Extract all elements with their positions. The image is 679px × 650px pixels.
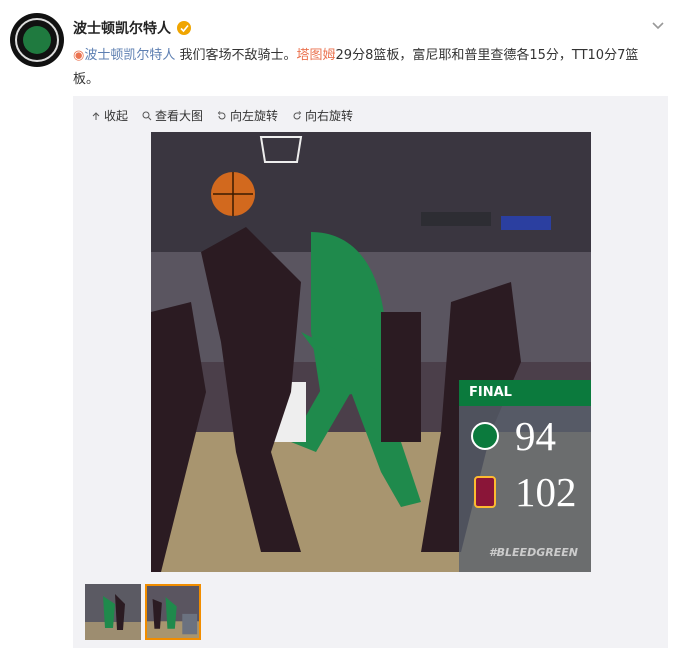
chevron-down-icon[interactable] bbox=[651, 18, 665, 32]
cavaliers-logo-icon bbox=[474, 476, 496, 508]
player-link[interactable]: 塔图姆 bbox=[297, 48, 336, 63]
celtics-logo bbox=[15, 18, 59, 62]
celtics-logo-icon bbox=[471, 422, 499, 450]
thumbnail-strip bbox=[85, 584, 201, 640]
rotate-left-button[interactable]: 向左旋转 bbox=[217, 107, 278, 124]
collapse-button[interactable]: 收起 bbox=[91, 107, 128, 124]
location-pin-icon: ◉ bbox=[73, 48, 85, 63]
cavaliers-score: 102 bbox=[515, 469, 577, 515]
media-viewer: 收起 查看大图 向左旋转 向右旋转 FINAL 94 102 #BLEEDGRE… bbox=[73, 96, 668, 648]
post-text: ◉波士顿凯尔特人 我们客场不敌骑士。塔图姆29分8篮板，富尼耶和普里查德各15分… bbox=[73, 48, 639, 87]
celtics-score: 94 bbox=[515, 413, 556, 459]
avatar[interactable] bbox=[10, 13, 64, 67]
account-name[interactable]: 波士顿凯尔特人 bbox=[73, 18, 191, 38]
view-large-button[interactable]: 查看大图 bbox=[142, 107, 203, 124]
verified-icon bbox=[177, 21, 191, 35]
image-toolbar: 收起 查看大图 向左旋转 向右旋转 bbox=[91, 107, 353, 124]
rotate-right-button[interactable]: 向右旋转 bbox=[292, 107, 353, 124]
arrow-up-icon bbox=[92, 111, 100, 120]
mention-link[interactable]: 波士顿凯尔特人 bbox=[84, 48, 175, 63]
final-scoreboard: FINAL 94 102 #BLEEDGREEN bbox=[459, 380, 591, 572]
thumbnail-2-selected[interactable] bbox=[145, 584, 201, 640]
hashtag: #BLEEDGREEN bbox=[489, 546, 578, 559]
thumbnail-image bbox=[147, 586, 199, 638]
thumbnail-image bbox=[85, 584, 141, 640]
rotate-left-icon bbox=[217, 110, 226, 119]
thumbnail-1[interactable] bbox=[85, 584, 141, 640]
search-icon bbox=[142, 111, 152, 120]
game-photo[interactable]: FINAL 94 102 #BLEEDGREEN bbox=[151, 132, 591, 572]
final-label: FINAL bbox=[459, 380, 591, 406]
rotate-right-icon bbox=[293, 110, 302, 119]
